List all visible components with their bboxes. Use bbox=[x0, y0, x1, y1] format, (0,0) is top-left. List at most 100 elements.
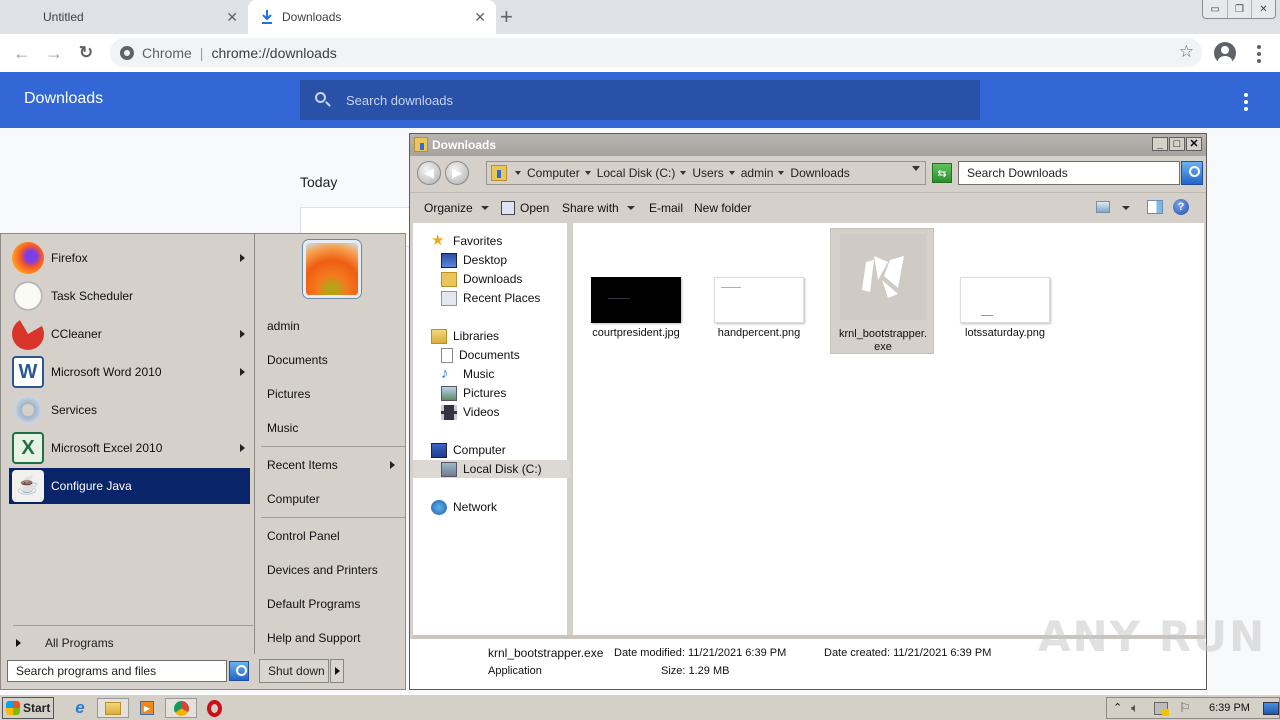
program-label: Microsoft Word 2010 bbox=[51, 365, 162, 379]
start-button[interactable]: Start bbox=[2, 697, 54, 719]
breadcrumb[interactable]: Computer Local Disk (C:) Users admin Dow… bbox=[486, 161, 926, 185]
chrome-icon[interactable] bbox=[165, 698, 197, 718]
email-button[interactable]: E-mail bbox=[649, 201, 683, 215]
place-control-panel[interactable]: Control Panel bbox=[259, 525, 403, 547]
program-excel[interactable]: X Microsoft Excel 2010 bbox=[9, 430, 250, 466]
java-icon: ☕ bbox=[12, 470, 44, 502]
close-window-button[interactable]: ✕ bbox=[1186, 137, 1202, 151]
place-pictures[interactable]: Pictures bbox=[259, 383, 403, 405]
place-default-programs[interactable]: Default Programs bbox=[259, 593, 403, 615]
profile-avatar-icon[interactable] bbox=[1214, 42, 1236, 64]
nav-favorites[interactable]: ★ Favorites bbox=[431, 232, 585, 250]
new-folder-button[interactable]: New folder bbox=[694, 201, 751, 215]
nav-local-disk-c[interactable]: Local Disk (C:) bbox=[413, 460, 570, 478]
nav-documents[interactable]: Documents bbox=[441, 346, 595, 364]
forward-button[interactable]: → bbox=[42, 41, 66, 65]
user-picture-flower[interactable] bbox=[303, 240, 361, 298]
nav-music[interactable]: ♪ Music bbox=[441, 365, 595, 383]
breadcrumb-item[interactable]: Local Disk (C:) bbox=[584, 166, 675, 180]
file-item[interactable]: lotssaturday.png bbox=[953, 230, 1057, 356]
explorer-search-input[interactable]: Search Downloads bbox=[958, 161, 1180, 185]
place-documents[interactable]: Documents bbox=[259, 349, 403, 371]
clock[interactable]: 6:39 PM bbox=[1209, 702, 1250, 714]
new-tab-button[interactable]: + bbox=[500, 4, 513, 30]
nav-downloads[interactable]: Downloads bbox=[441, 270, 595, 288]
back-button[interactable]: ← bbox=[10, 41, 34, 65]
tab-untitled[interactable]: Untitled ✕ bbox=[0, 0, 248, 34]
file-item[interactable]: courtpresident.jpg bbox=[584, 230, 688, 356]
nav-computer[interactable]: Computer bbox=[431, 441, 585, 459]
refresh-icon[interactable]: ⇆ bbox=[932, 163, 952, 183]
shut-down-options-arrow-icon[interactable] bbox=[330, 659, 344, 683]
recent-places-icon bbox=[441, 290, 457, 306]
nav-pictures[interactable]: Pictures bbox=[441, 384, 595, 402]
program-firefox[interactable]: Firefox bbox=[9, 240, 250, 276]
search-icon[interactable] bbox=[229, 661, 249, 681]
back-button[interactable]: ◀ bbox=[417, 161, 441, 185]
change-view-icon[interactable] bbox=[1096, 201, 1110, 213]
minimize-button[interactable]: ▭ bbox=[1203, 0, 1227, 18]
place-recent-items[interactable]: Recent Items bbox=[259, 454, 403, 476]
internet-explorer-icon[interactable]: e bbox=[70, 698, 90, 718]
start-search-input[interactable]: Search programs and files bbox=[7, 660, 227, 682]
bookmark-star-icon[interactable]: ☆ bbox=[1179, 42, 1194, 62]
nav-network[interactable]: Network bbox=[431, 498, 585, 516]
maximize-button[interactable]: □ bbox=[1169, 137, 1185, 151]
place-music[interactable]: Music bbox=[259, 417, 403, 439]
close-tab-icon[interactable]: ✕ bbox=[474, 9, 486, 26]
nav-recent-places[interactable]: Recent Places bbox=[441, 289, 595, 307]
file-item[interactable]: handpercent.png bbox=[707, 230, 811, 356]
restore-button[interactable]: ❐ bbox=[1227, 0, 1251, 18]
explorer-icon[interactable] bbox=[97, 698, 129, 718]
program-word[interactable]: W Microsoft Word 2010 bbox=[9, 354, 250, 390]
breadcrumb-item[interactable]: Computer bbox=[515, 166, 580, 180]
explorer-title-bar[interactable]: Downloads _ □ ✕ bbox=[410, 134, 1206, 156]
url-text[interactable]: chrome://downloads bbox=[211, 45, 336, 61]
address-bar[interactable]: Chrome | chrome://downloads ☆ bbox=[110, 38, 1202, 67]
tab-downloads[interactable]: Downloads ✕ bbox=[248, 0, 496, 34]
nav-libraries[interactable]: Libraries bbox=[431, 327, 585, 345]
shut-down-button[interactable]: Shut down bbox=[259, 659, 329, 683]
chrome-menu-icon[interactable] bbox=[1257, 45, 1261, 63]
place-help-and-support[interactable]: Help and Support bbox=[259, 627, 403, 649]
place-devices-and-printers[interactable]: Devices and Printers bbox=[259, 559, 403, 581]
organize-button[interactable]: Organize bbox=[424, 201, 489, 215]
search-icon[interactable] bbox=[1181, 161, 1203, 185]
minimize-button[interactable]: _ bbox=[1152, 137, 1168, 151]
computer-icon bbox=[431, 442, 447, 458]
breadcrumb-item[interactable]: Users bbox=[680, 166, 724, 180]
file-item-selected[interactable]: krnl_bootstrapper. exe bbox=[830, 228, 934, 354]
program-ccleaner[interactable]: CCleaner bbox=[9, 316, 250, 352]
place-admin[interactable]: admin bbox=[259, 315, 403, 337]
preview-pane-icon[interactable] bbox=[1147, 200, 1163, 214]
show-desktop-button[interactable] bbox=[1263, 702, 1279, 715]
all-programs-button[interactable]: All Programs bbox=[13, 634, 253, 652]
help-icon[interactable]: ? bbox=[1173, 199, 1189, 215]
volume-icon[interactable]: 🔈︎ bbox=[1131, 700, 1139, 716]
share-with-button[interactable]: Share with bbox=[562, 201, 635, 215]
media-player-icon[interactable]: ▶ bbox=[138, 698, 156, 718]
breadcrumb-item[interactable]: admin bbox=[728, 166, 773, 180]
downloads-search-input[interactable]: Search downloads bbox=[300, 80, 980, 120]
close-window-button[interactable]: ✕ bbox=[1251, 0, 1275, 18]
breadcrumb-item[interactable]: Downloads bbox=[778, 166, 850, 180]
chevron-down-icon bbox=[680, 171, 687, 175]
close-tab-icon[interactable]: ✕ bbox=[226, 9, 238, 26]
program-configure-java[interactable]: ☕ Configure Java bbox=[9, 468, 250, 504]
windows-logo-icon bbox=[6, 701, 20, 715]
view-options-dropdown[interactable] bbox=[1114, 206, 1130, 210]
show-hidden-icons-button[interactable]: ⌃ bbox=[1113, 701, 1122, 714]
reload-button[interactable]: ↻ bbox=[74, 41, 98, 65]
address-history-dropdown-icon[interactable] bbox=[912, 166, 920, 171]
place-computer[interactable]: Computer bbox=[259, 488, 403, 510]
downloads-menu-icon[interactable] bbox=[1244, 93, 1248, 111]
nav-desktop[interactable]: Desktop bbox=[441, 251, 595, 269]
program-services[interactable]: Services bbox=[9, 392, 250, 428]
opera-icon[interactable] bbox=[205, 698, 223, 718]
nav-videos[interactable]: Videos bbox=[441, 403, 595, 421]
open-button[interactable]: Open bbox=[501, 201, 549, 215]
action-center-flag-icon[interactable]: ⚐ bbox=[1179, 700, 1191, 716]
program-task-scheduler[interactable]: Task Scheduler bbox=[9, 278, 250, 314]
forward-button[interactable]: ▶ bbox=[445, 161, 469, 185]
network-warning-icon[interactable] bbox=[1154, 702, 1169, 716]
